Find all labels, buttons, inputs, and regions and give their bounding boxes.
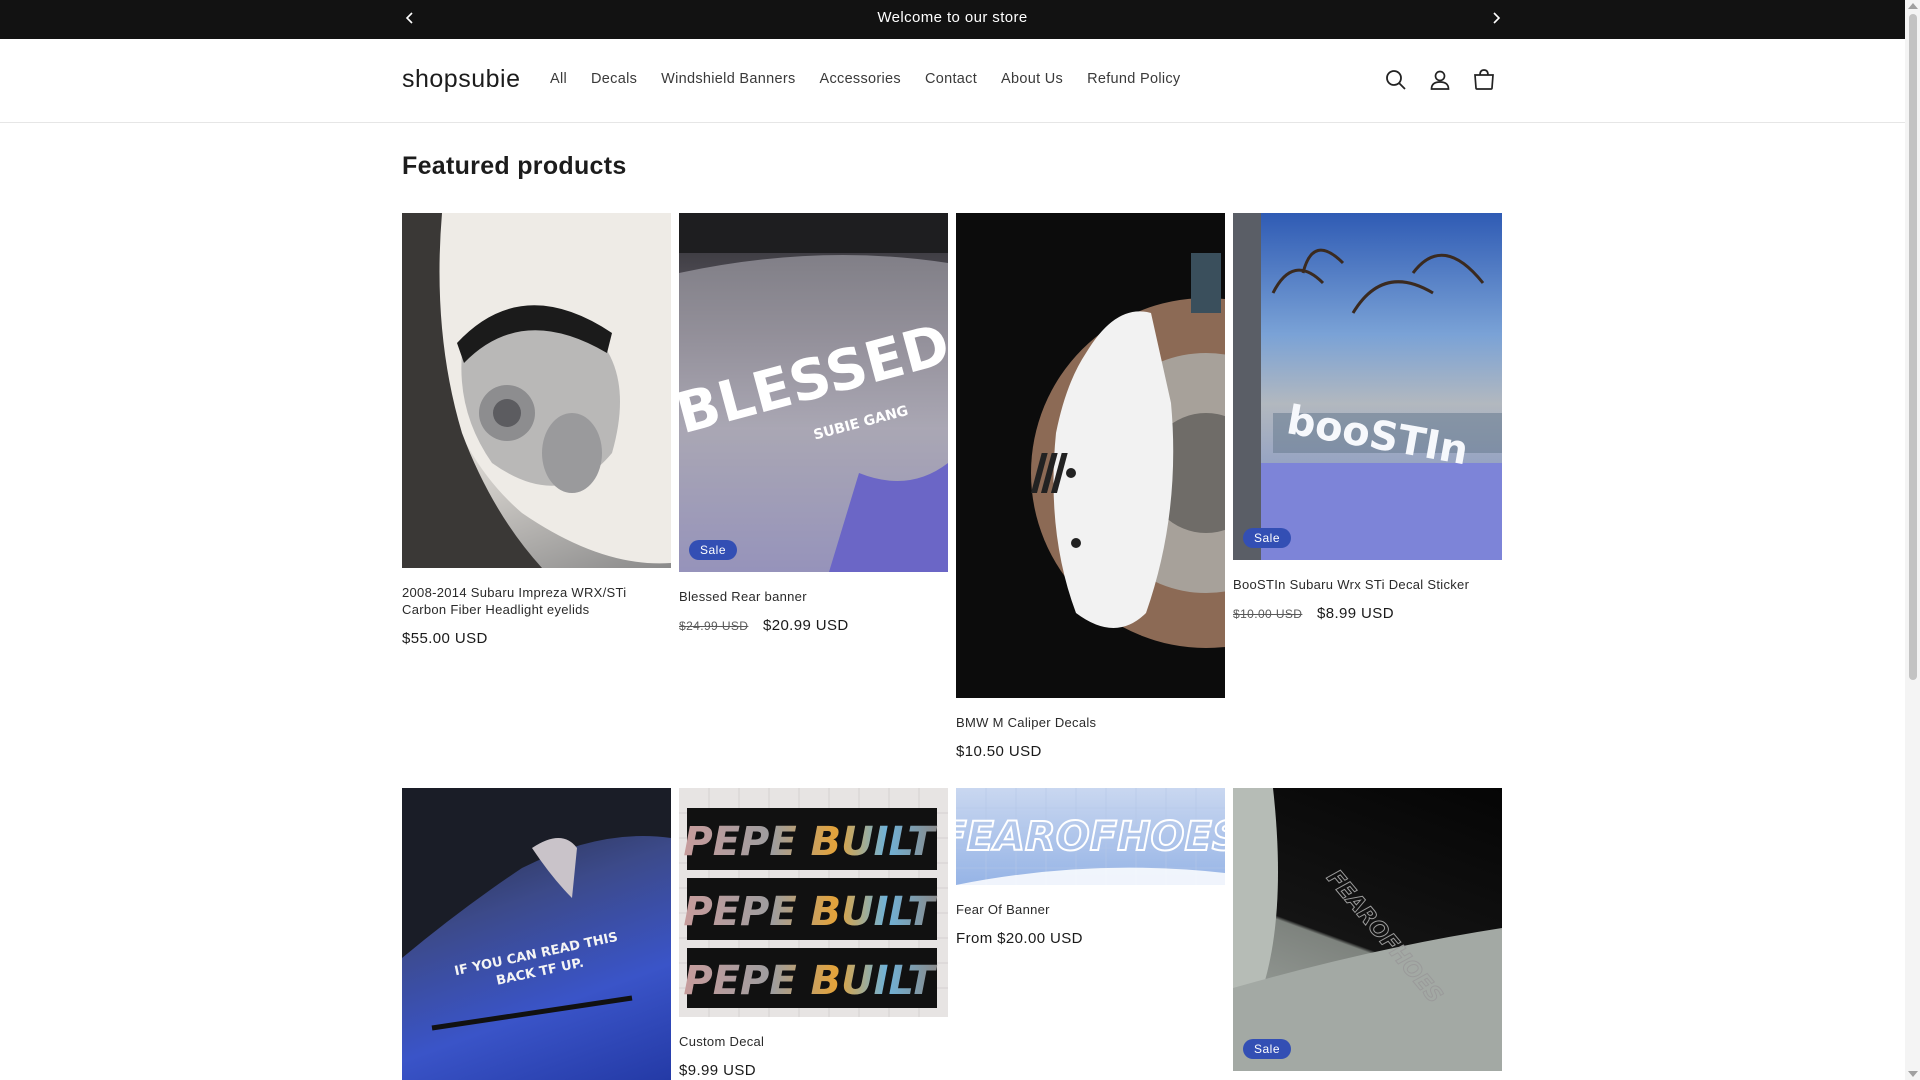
product-card[interactable]: FEAROFHOES Sale [1233,788,1502,1071]
product-image[interactable]: booSTIn Sale [1233,213,1502,560]
product-image[interactable]: PEPE BUILT PEPE BUILT PEPE BUILT [679,788,948,1017]
nav-item-all[interactable]: All [538,71,579,87]
product-image[interactable]: FEAROFHOES Sale [1233,788,1502,1071]
product-card[interactable]: BMW M Caliper Decals $10.50 USD [956,213,1225,760]
current-price: From $20.00 USD [956,930,1083,947]
fear-of-banner-image: FEAROFHOES [956,788,1225,885]
nav-item-accessories[interactable]: Accessories [808,71,913,87]
product-image[interactable]: FEAROFHOES [956,788,1225,885]
sale-badge: Sale [1243,528,1292,548]
announcement-bar: Welcome to our store [0,0,1905,39]
nav-item-refund-policy[interactable]: Refund Policy [1075,71,1192,87]
rear-window-image: IF YOU CAN READ THIS BACK TF UP. [402,788,671,1031]
decal-text-3: PEPE BUILT [683,958,937,1004]
site-header: shopsubie All Decals Windshield Banners … [0,39,1905,123]
custom-decal-image: PEPE BUILT PEPE BUILT PEPE BUILT [679,788,948,1017]
product-card[interactable]: booSTIn Sale BooSTIn Subaru Wrx STi Deca… [1233,213,1502,622]
product-price: $55.00 USD [402,630,671,647]
product-title[interactable]: Custom Decal [679,1033,948,1050]
current-price: $20.99 USD [762,617,849,634]
caliper-image [1030,253,1225,648]
current-price: $55.00 USD [402,630,488,647]
product-image[interactable]: IF YOU CAN READ THIS BACK TF UP. [402,788,671,1080]
banner-outline-text: FEAROFHOES [956,814,1225,860]
product-price: $24.99 USD $20.99 USD [679,617,948,634]
scroll-up-arrow[interactable] [1908,3,1918,9]
account-icon[interactable] [1427,67,1453,93]
product-image[interactable] [402,213,671,568]
nav-item-windshield-banners[interactable]: Windshield Banners [649,71,807,87]
product-image[interactable] [956,213,1225,698]
search-icon[interactable] [1383,67,1409,93]
compare-at-price: $10.00 USD [1233,607,1303,621]
window-decal-image: FEAROFHOES [1233,788,1502,1071]
product-title[interactable]: BMW M Caliper Decals [956,714,1225,731]
sale-badge: Sale [1243,1039,1292,1059]
rear-banner-image: BLESSED SUBIE GANG [679,213,948,572]
decal-text-1: PEPE BUILT [683,819,937,865]
current-price: $8.99 USD [1316,605,1394,622]
main-nav: All Decals Windshield Banners Accessorie… [538,71,1192,87]
product-card[interactable]: 2008-2014 Subaru Impreza WRX/STi Carbon … [402,213,671,647]
decal-text-2: PEPE BUILT [683,889,937,935]
product-title[interactable]: Blessed Rear banner [679,588,948,605]
announcement-text: Welcome to our store [877,9,1028,26]
product-card[interactable]: FEAROFHOES Fear Of Banner From $20.00 US… [956,788,1225,947]
sale-badge: Sale [689,540,738,560]
store-logo[interactable]: shopsubie [402,65,520,94]
scrollbar-thumb[interactable] [1909,14,1917,680]
boostin-text: booSTIn [1283,397,1471,474]
product-price: $10.00 USD $8.99 USD [1233,605,1502,622]
page-scrollbar[interactable] [1905,0,1920,1080]
product-title[interactable]: BooSTIn Subaru Wrx STi Decal Sticker [1233,576,1502,593]
product-title[interactable]: Fear Of Banner [956,901,1225,918]
product-card[interactable]: IF YOU CAN READ THIS BACK TF UP. [402,788,671,1080]
cart-icon[interactable] [1471,67,1497,93]
product-title[interactable]: 2008-2014 Subaru Impreza WRX/STi Carbon … [402,584,671,618]
product-price: From $20.00 USD [956,930,1225,947]
current-price: $10.50 USD [956,743,1042,760]
nav-item-decals[interactable]: Decals [579,71,649,87]
current-price: $9.99 USD [679,1062,756,1079]
header-icons [1383,67,1497,93]
scroll-down-arrow[interactable] [1908,1071,1918,1077]
product-price: $10.50 USD [956,743,1225,760]
product-image[interactable]: BLESSED SUBIE GANG Sale [679,213,948,572]
compare-at-price: $24.99 USD [679,619,749,633]
product-card[interactable]: PEPE BUILT PEPE BUILT PEPE BUILT Custom … [679,788,948,1079]
section-title: Featured products [402,152,627,180]
headlight-image [402,213,671,568]
boostin-image: booSTIn [1233,213,1502,560]
product-card[interactable]: BLESSED SUBIE GANG Sale Blessed Rear ban… [679,213,948,634]
product-price: $9.99 USD [679,1062,948,1079]
chevron-right-icon[interactable] [1486,8,1506,28]
nav-item-contact[interactable]: Contact [913,71,989,87]
nav-item-about-us[interactable]: About Us [989,71,1075,87]
